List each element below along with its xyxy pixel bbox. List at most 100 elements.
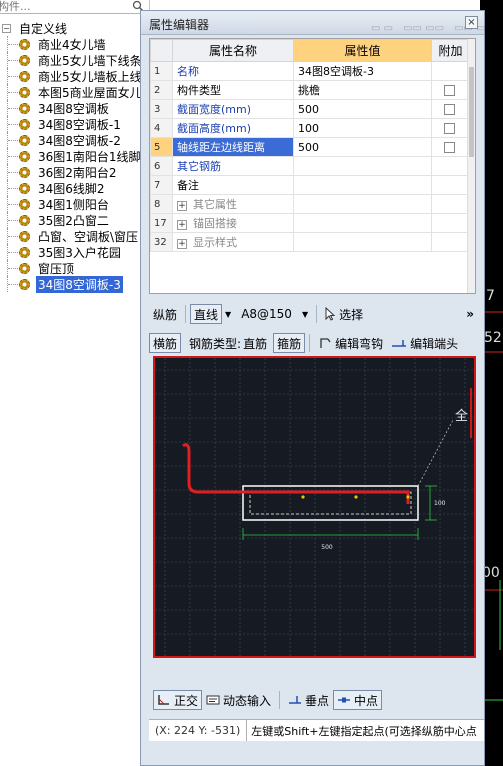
property-extra-cell [431,118,470,138]
tree-item[interactable]: 本图5商业屋面女儿 [0,84,149,100]
scrollbar-thumb[interactable] [469,67,474,157]
component-search-input[interactable] [0,0,126,13]
rebar-spec-select[interactable]: A8@150 ▼ [237,304,312,324]
component-gear-icon [19,246,30,258]
expand-icon[interactable]: + [177,220,187,230]
property-extra-cell [431,213,470,233]
rebar-type-label: 钢筋类型: [189,336,242,351]
tree-item[interactable]: 商业4女儿墙 [0,36,149,52]
transverse-rebar-button[interactable]: 横筋 [149,333,182,353]
component-gear-icon [19,118,30,130]
cursor-arrow-icon [325,307,336,321]
property-row[interactable]: 5 轴线距左边线距离 500 [150,137,470,157]
dynamic-input-toggle[interactable]: 动态输入 [202,690,275,710]
extra-checkbox[interactable] [444,123,455,134]
property-row[interactable]: 17 + 锚固搭接 [150,213,470,233]
tree-item[interactable]: 34图8空调板 [0,100,149,116]
line-mode-dropdown-icon[interactable]: ▼ [225,310,231,319]
property-name-cell[interactable]: 名称 [172,61,294,81]
column-header-extra[interactable]: 附加 [431,39,470,62]
ortho-toggle[interactable]: 正交 [153,690,203,710]
status-bar: (X: 224 Y: -531) 左键或Shift+左键指定起点(可选择纵筋中心… [149,719,484,741]
property-row[interactable]: 2 构件类型 挑檐 [150,80,470,100]
row-number: 1 [150,61,173,81]
edit-hook-label: 编辑弯钩 [335,336,384,351]
toolbar-separator [185,305,187,323]
component-gear-icon [19,262,30,274]
rebar-drawing-canvas[interactable]: 500 100 全 [153,356,476,658]
property-value-cell[interactable]: 500 [293,137,432,157]
tree-item[interactable]: 36图2南阳台2 [0,164,149,180]
property-value-cell[interactable] [293,175,432,195]
tree-item[interactable]: 34图8空调板-2 [0,132,149,148]
close-button[interactable]: × [465,16,478,29]
midpoint-snap-toggle[interactable]: 中点 [333,690,383,710]
tree-item[interactable]: 商业5女儿墙板上线 [0,68,149,84]
row-number: 17 [150,213,173,233]
expand-icon[interactable]: + [177,239,187,249]
property-name-cell[interactable]: + 锚固搭接 [172,213,294,233]
property-row[interactable]: 32 + 显示样式 [150,232,470,252]
property-name-cell[interactable]: + 显示样式 [172,232,294,252]
property-row[interactable]: 7 备注 [150,175,470,195]
property-value-cell[interactable]: 500 [293,99,432,119]
edit-hook-button[interactable]: 编辑弯钩 [314,333,387,353]
component-gear-icon [19,54,30,66]
tree-item[interactable]: 凸窗、空调板\窗压 [0,228,149,244]
property-row[interactable]: 6 其它钢筋 [150,156,470,176]
tree-item[interactable]: 35图3入户花园 [0,244,149,260]
property-name: 备注 [177,179,199,192]
property-name: 名称 [177,65,199,78]
height-dimension-label: 100 [434,500,446,507]
tree-item[interactable]: 商业5女儿墙下线条 [0,52,149,68]
perpendicular-snap-toggle[interactable]: 垂点 [284,690,333,710]
collapse-icon[interactable]: − [2,23,11,33]
property-name-cell[interactable]: 其它钢筋 [172,156,294,176]
property-row[interactable]: 4 截面高度(mm) 100 [150,118,470,138]
stirrup-button[interactable]: 箍筋 [273,333,306,353]
tree-item[interactable]: 34图8空调板-1 [0,116,149,132]
tree-item-label: 34图6线脚2 [38,181,105,196]
rebar-type-value[interactable]: 直筋 [243,335,267,352]
property-value-cell[interactable]: 100 [293,118,432,138]
property-name-cell[interactable]: 截面高度(mm) [172,118,294,138]
property-value-cell[interactable] [293,194,432,214]
edit-end-button[interactable]: 编辑端头 [387,333,462,353]
perpendicular-label: 垂点 [305,693,330,708]
property-value-cell[interactable] [293,156,432,176]
property-name-cell[interactable]: 备注 [172,175,294,195]
property-value-cell[interactable]: 34图8空调板-3 [293,61,432,81]
property-row[interactable]: 3 截面宽度(mm) 500 [150,99,470,119]
tree-item[interactable]: 34图8空调板-3 [0,275,149,293]
line-mode-button[interactable]: 直线 [190,304,223,324]
tree-item[interactable]: 34图6线脚2 [0,180,149,196]
tree-item-label: 本图5商业屋面女儿 [38,85,142,100]
property-row[interactable]: 1 名称 34图8空调板-3 [150,61,470,81]
tree-item[interactable]: 34图1侧阳台 [0,196,149,212]
extra-checkbox[interactable] [444,104,455,115]
grid-scrollbar[interactable] [467,39,475,293]
longitudinal-rebar-button[interactable]: 纵筋 [149,304,181,324]
property-value-cell[interactable] [293,213,432,233]
expand-icon[interactable]: + [177,201,187,211]
property-name-cell[interactable]: 轴线距左边线距离 [172,137,294,157]
tree-item-label: 34图8空调板-3 [36,275,123,293]
property-value-cell[interactable]: 挑檐 [293,80,432,100]
toolbar-overflow-button[interactable]: » [466,307,476,321]
row-number: 5 [150,137,173,157]
extra-checkbox[interactable] [444,85,455,96]
property-value-cell[interactable] [293,232,432,252]
tree-root-custom-line[interactable]: − 自定义线 [2,20,67,36]
column-header-value[interactable]: 属性值 [293,39,432,62]
tree-item[interactable]: 35图2凸窗二 [0,212,149,228]
property-name-cell[interactable]: 构件类型 [172,80,294,100]
extra-checkbox[interactable] [444,142,455,153]
tree-item[interactable]: 窗压顶 [0,260,149,276]
tree-item[interactable]: 36图1南阳台1线脚 [0,148,149,164]
property-name-cell[interactable]: 截面宽度(mm) [172,99,294,119]
select-button[interactable]: 选择 [321,304,367,324]
property-row[interactable]: 8 + 其它属性 [150,194,470,214]
editor-title-bar[interactable]: 属性编辑器 ▭ ▭ ▭▭ ▭▭ ▭▭ ▭ × [141,11,486,35]
property-name-cell[interactable]: + 其它属性 [172,194,294,214]
column-header-name[interactable]: 属性名称 [172,39,294,62]
